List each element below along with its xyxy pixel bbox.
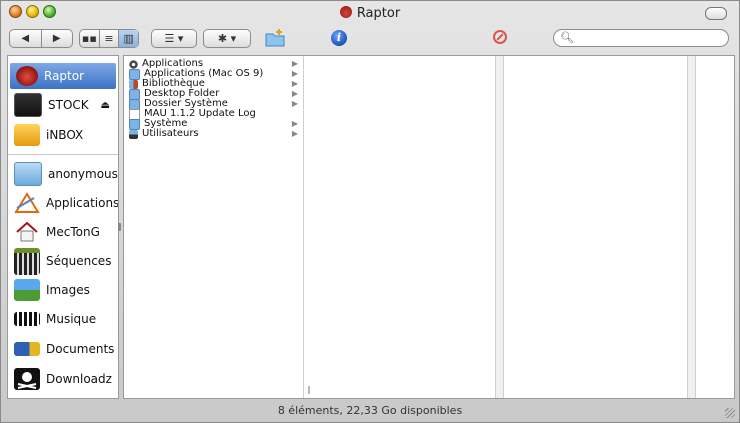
documents-icon [14,342,40,356]
list-view-icon: ≡ [104,32,114,45]
window-title: Raptor [356,6,401,21]
disclosure-arrow-icon: ▶ [291,129,298,138]
inbox-icon [14,124,40,146]
sidebar-item-raptor[interactable]: Raptor [10,63,116,89]
document-icon [129,108,140,120]
no-entry-icon[interactable] [493,30,507,44]
icon-view-icon: ▪▪ [81,32,97,45]
clapper-icon [14,247,40,275]
sidebar-item-inbox[interactable]: iNBOX [10,122,116,148]
icon-view-button[interactable]: ▪▪ [80,30,99,47]
column-2 [304,56,496,398]
sidebar-item-label: Documents [46,342,115,356]
sidebar-item-label: MecTonG [46,225,100,239]
sidebar-item-label: Downloadz [46,372,112,386]
sidebar-item-downloadz[interactable]: Downloadz [10,366,116,392]
hard-disk-icon [16,66,38,86]
info-icon: i [336,31,342,44]
sidebar-item-anonymous[interactable]: anonymous [10,161,118,187]
sidebar-item-musique[interactable]: Musique [10,306,116,332]
sidebar-item-images[interactable]: Images [10,277,116,303]
window-title-area: Raptor [1,6,739,21]
forward-arrow-icon: ▶ [52,33,61,44]
gear-icon: ✱ ▾ [217,32,237,45]
sidebar-item-label: Images [46,283,90,297]
status-text: 8 éléments, 22,33 Go disponibles [277,404,463,417]
view-mode-control: ▪▪ ≡ ▥ [79,29,139,48]
sidebar-item-mectong[interactable]: MecTonG [10,219,116,245]
folder-icon [129,88,140,100]
sidebar-divider [8,154,118,155]
back-button[interactable]: ◀ [10,30,41,47]
piano-icon [14,312,40,326]
item-label: Utilisateurs [142,128,199,139]
disclosure-arrow-icon: ▶ [291,119,298,128]
disclosure-arrow-icon: ▶ [291,59,298,68]
search-input[interactable] [574,31,726,46]
status-bar: 8 éléments, 22,33 Go disponibles [1,401,739,422]
column-scroll-gutter[interactable] [688,56,696,398]
toolbar-toggle-button[interactable] [705,7,727,20]
disclosure-arrow-icon: ▶ [291,89,298,98]
folder-icon [129,68,140,80]
sidebar-resize-handle[interactable] [118,223,121,231]
eject-icon[interactable]: ⏏ [101,100,110,111]
home-folder-icon [14,162,42,186]
home-icon [16,221,38,242]
sidebar: Raptor STOCK ⏏ iNBOX anonymous Applicati… [7,55,119,399]
title-bar[interactable]: Raptor [1,1,739,25]
column-1: Applications ▶ Applications (Mac OS 9) ▶… [124,56,311,398]
applications-folder-icon [129,59,138,69]
sidebar-item-label: iNBOX [46,128,84,142]
sidebar-item-sequences[interactable]: Séquences [10,247,116,275]
new-folder-button[interactable] [263,28,287,48]
sidebar-item-label: anonymous [48,167,118,181]
skull-icon [14,368,40,390]
arrange-icon: ☰ ▾ [164,32,184,45]
disclosure-arrow-icon: ▶ [291,79,298,88]
column-4 [696,56,734,398]
library-folder-icon [129,79,138,89]
column-browser: Applications ▶ Applications (Mac OS 9) ▶… [123,55,735,399]
folder-icon [129,118,140,130]
column-view-button[interactable]: ▥ [118,30,139,47]
toolbar: ◀ ▶ ▪▪ ≡ ▥ ☰ ▾ ✱ ▾ i 🔍︎ [1,25,739,55]
arrange-button[interactable]: ☰ ▾ [151,29,197,48]
search-field[interactable]: 🔍︎ [553,29,729,47]
resize-grip-icon[interactable] [725,408,735,418]
column-scroll-gutter[interactable] [496,56,504,398]
sidebar-item-applications[interactable]: Applications [10,190,119,216]
disclosure-arrow-icon: ▶ [291,69,298,78]
column-3 [504,56,688,398]
sidebar-item-stock[interactable]: STOCK ⏏ [10,92,116,118]
column-view-icon: ▥ [123,32,134,45]
back-forward-control: ◀ ▶ [9,29,73,48]
info-button[interactable]: i [331,30,347,46]
hard-disk-icon [339,6,352,18]
users-folder-icon [129,129,138,139]
forward-button[interactable]: ▶ [40,30,73,47]
applications-icon [14,192,40,213]
finder-window: Raptor ◀ ▶ ▪▪ ≡ ▥ ☰ ▾ ✱ ▾ i 🔍︎ Raptor ST… [0,0,740,423]
sidebar-item-label: Séquences [46,254,112,268]
sidebar-item-label: Musique [46,312,97,326]
list-view-button[interactable]: ≡ [98,30,119,47]
sidebar-item-documents[interactable]: Documents [10,336,116,362]
landscape-icon [14,279,40,301]
external-drive-icon [14,93,42,117]
list-item[interactable]: Utilisateurs ▶ [124,129,302,139]
disclosure-arrow-icon: ▶ [291,99,298,108]
back-arrow-icon: ◀ [21,33,30,44]
sidebar-item-label: STOCK [48,98,89,112]
search-icon: 🔍︎ [560,31,574,44]
sidebar-item-label: Raptor [44,69,85,83]
action-button[interactable]: ✱ ▾ [203,29,251,48]
sidebar-item-label: Applications [46,196,119,210]
